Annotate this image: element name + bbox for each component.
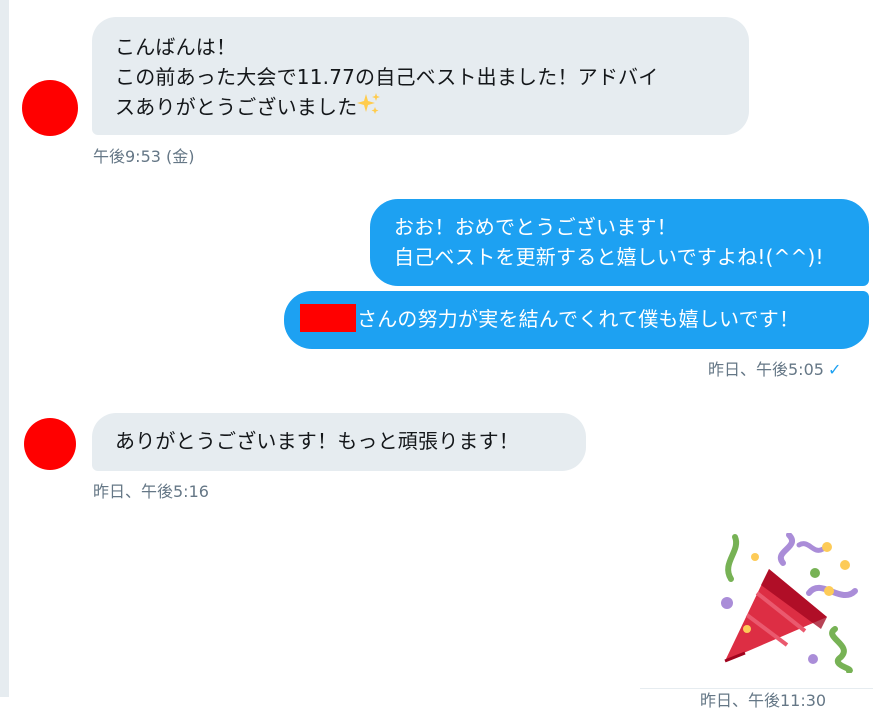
outgoing-message-bubble[interactable]: さんの努力が実を結んでくれて僕も嬉しいです！	[284, 291, 869, 349]
message-timestamp: 昨日、午後5:16	[93, 482, 209, 501]
sparkles-icon	[357, 93, 381, 114]
message-line: ありがとうございます！もっと頑張ります！	[115, 429, 519, 453]
sender-avatar[interactable]	[22, 80, 78, 136]
message-line: スありがとうございました	[115, 92, 729, 122]
message-line-text: さんの努力が実を結んでくれて僕も嬉しいです！	[357, 307, 800, 331]
message-line-text: スありがとうございました	[115, 95, 358, 119]
message-timestamp: 午後9:53 (金)	[93, 147, 195, 166]
read-receipt-check-icon: ✓	[827, 360, 842, 379]
sender-avatar[interactable]	[24, 418, 76, 470]
message-line: この前あった大会で11.77の自己ベスト出ました！アドバイ	[115, 65, 659, 89]
timestamp-text: 昨日、午後11:30	[700, 691, 827, 710]
message-timestamp: 昨日、午後11:30	[700, 687, 826, 711]
party-popper-icon[interactable]	[717, 533, 863, 673]
conversation-left-border	[0, 0, 9, 697]
redacted-name	[300, 304, 356, 332]
message-timestamp: 昨日、午後5:05 ✓	[708, 356, 841, 380]
incoming-message-bubble[interactable]: こんばんは！ この前あった大会で11.77の自己ベスト出ました！アドバイ スあり…	[92, 17, 749, 135]
outgoing-message-bubble[interactable]: おお！おめでとうございます！ 自己ベストを更新すると嬉しいですよね!(^^)!	[370, 199, 869, 286]
message-line: おお！おめでとうございます！	[394, 215, 677, 239]
message-line: さんの努力が実を結んでくれて僕も嬉しいです！	[300, 304, 869, 334]
incoming-message-bubble[interactable]: ありがとうございます！もっと頑張ります！	[92, 413, 586, 471]
timestamp-text: 昨日、午後5:05	[708, 360, 824, 379]
message-line: 自己ベストを更新すると嬉しいですよね!(^^)!	[394, 245, 824, 269]
message-line: こんばんは！	[115, 35, 237, 59]
divider	[640, 688, 873, 689]
